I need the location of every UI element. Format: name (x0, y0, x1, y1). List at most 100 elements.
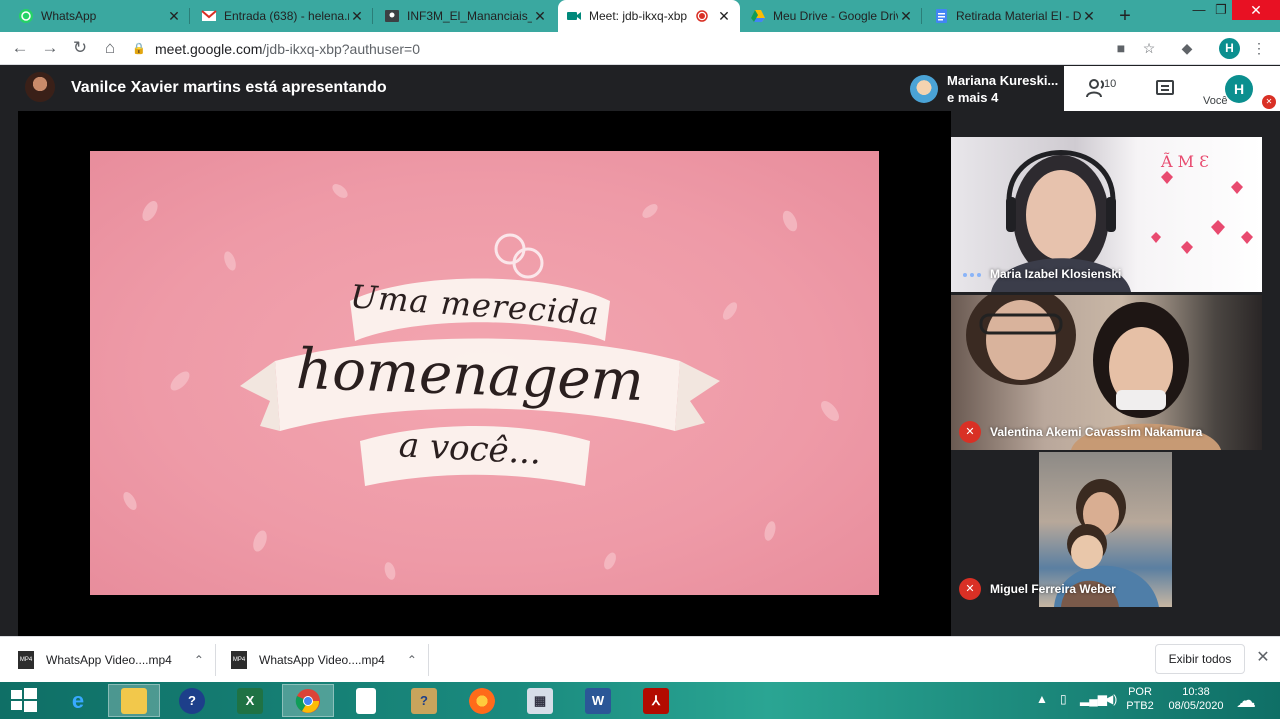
clock[interactable]: 10:38 08/05/2020 (1164, 685, 1228, 713)
battery-icon[interactable]: ▯ (1060, 692, 1067, 706)
taskbar-word[interactable]: W (572, 684, 624, 717)
document-icon (356, 687, 376, 714)
close-icon[interactable]: ✕ (349, 8, 365, 24)
taskbar-file-explorer[interactable] (108, 684, 160, 717)
taskbar-firefox[interactable] (456, 684, 508, 717)
tab-classroom[interactable]: INF3M_El_Mananciais_20 ✕ (376, 0, 556, 32)
language-code: POR (1128, 686, 1152, 698)
help-tool-icon: ? (411, 687, 437, 714)
chrome-icon (295, 688, 321, 714)
show-all-downloads-button[interactable]: Exibir todos (1155, 644, 1245, 674)
participant-tile[interactable]: ✕ Miguel Ferreira Weber (951, 452, 1262, 607)
people-count: 10 (1104, 78, 1117, 90)
presenter-label: Vanilce Xavier martins está apresentando (71, 79, 387, 96)
windows-start-icon[interactable] (10, 687, 38, 713)
language-indicator[interactable]: POR PTB2 (1124, 685, 1156, 713)
gmail-icon (201, 8, 217, 24)
tab-whatsapp[interactable]: WhatsApp ✕ (10, 0, 190, 32)
close-icon[interactable]: ✕ (716, 8, 732, 24)
video-file-icon: MP4 (231, 651, 247, 669)
new-tab-button[interactable]: + (1113, 4, 1137, 28)
tab-divider (921, 8, 922, 24)
menu-kebab-icon[interactable]: ⋮ (1248, 37, 1270, 59)
clock-time: 10:38 (1182, 686, 1210, 698)
calculator-icon: ▦ (527, 687, 553, 714)
slide-line-2: homenagem (295, 336, 645, 415)
address-bar[interactable]: 🔒 meet.google.com/jdb-ikxq-xbp?authuser=… (132, 35, 1172, 62)
download-item[interactable]: MP4 WhatsApp Video....mp4 ⌃ (231, 649, 417, 671)
back-button[interactable]: ← (8, 36, 32, 60)
reload-button[interactable]: ↻ (68, 36, 92, 60)
participant-name: Maria Izabel Klosienski (990, 267, 1122, 281)
recording-icon (694, 8, 710, 24)
taskbar-help[interactable]: ? (166, 684, 218, 717)
taskbar-help-tool[interactable]: ? (398, 684, 450, 717)
help-icon: ? (179, 687, 205, 714)
window-close-button[interactable]: ✕ (1232, 0, 1280, 20)
profile-avatar[interactable]: H (1219, 38, 1240, 59)
word-icon: W (585, 687, 611, 714)
participant-name: Valentina Akemi Cavassim Nakamura (990, 425, 1203, 439)
folder-icon (121, 687, 147, 714)
tab-title: Meet: jdb-ikxq-xbp (589, 9, 688, 23)
forward-button[interactable]: → (38, 36, 62, 60)
home-button[interactable]: ⌂ (98, 36, 122, 60)
download-label: WhatsApp Video....mp4 (46, 653, 172, 667)
volume-icon[interactable]: ◀) (1104, 692, 1117, 706)
user-chip[interactable]: Mariana Kureski... e mais 4 (905, 68, 1063, 110)
mic-off-icon: ✕ (1262, 95, 1276, 109)
user-chip-name: Mariana Kureski... (947, 73, 1059, 88)
whatsapp-icon (18, 8, 34, 24)
mic-off-icon: ✕ (959, 578, 981, 600)
taskbar-blank-document[interactable] (340, 684, 392, 717)
svg-text:Ã M Ɛ: Ã M Ɛ (1160, 151, 1209, 171)
url-path: /jdb-ikxq-xbp?authuser=0 (262, 40, 421, 57)
chat-icon[interactable] (1156, 80, 1174, 95)
presenter-avatar (25, 72, 55, 102)
taskbar-excel[interactable]: X (224, 684, 276, 717)
url-text: meet.google.com/jdb-ikxq-xbp?authuser=0 (155, 41, 420, 57)
video-file-icon: MP4 (18, 651, 34, 669)
meet-icon (566, 8, 582, 24)
tab-title: Entrada (638) - helena.m (224, 9, 349, 23)
show-hidden-icons-icon[interactable]: ▲ (1036, 692, 1048, 706)
chevron-up-icon[interactable]: ⌃ (194, 653, 204, 667)
firefox-icon (469, 687, 495, 714)
chevron-up-icon[interactable]: ⌃ (407, 653, 417, 667)
tab-drive[interactable]: Meu Drive - Google Driv ✕ (742, 0, 922, 32)
clock-date: 08/05/2020 (1168, 700, 1224, 712)
extension-icon[interactable]: ◆ (1176, 37, 1198, 59)
taskbar-chrome[interactable] (282, 684, 334, 717)
download-label: WhatsApp Video....mp4 (259, 653, 385, 667)
tab-meet[interactable]: Meet: jdb-ikxq-xbp ✕ (558, 0, 740, 32)
camera-icon[interactable]: ■ (1110, 37, 1132, 59)
tab-title: Meu Drive - Google Driv (773, 9, 898, 23)
close-icon[interactable]: ✕ (898, 8, 914, 24)
speaking-indicator (963, 273, 981, 277)
bookmark-star-icon[interactable]: ☆ (1138, 37, 1160, 59)
self-avatar[interactable]: H (1225, 75, 1253, 103)
close-icon[interactable]: ✕ (532, 8, 548, 24)
download-item[interactable]: MP4 WhatsApp Video....mp4 ⌃ (18, 649, 204, 671)
user-chip-more: e mais 4 (947, 90, 999, 105)
presentation-slide: Uma merecida homenagem a você... (90, 151, 879, 595)
url-host: meet.google.com (155, 40, 263, 57)
user-chip-avatar (910, 75, 938, 103)
internet-explorer-icon: e (71, 687, 85, 713)
participant-name: Miguel Ferreira Weber (990, 582, 1116, 596)
excel-icon: X (237, 687, 263, 714)
tab-docs[interactable]: Retirada Material EI - Do ✕ (925, 0, 1105, 32)
participant-tile[interactable]: ✕ Valentina Akemi Cavassim Nakamura (951, 295, 1262, 450)
network-icon[interactable]: ▂▄▆ (1080, 692, 1107, 706)
close-icon[interactable]: ✕ (166, 8, 182, 24)
tab-divider (372, 8, 373, 24)
close-icon[interactable]: ✕ (1254, 648, 1272, 668)
taskbar-acrobat[interactable]: ⅄ (630, 684, 682, 717)
participant-tile[interactable]: Ã M Ɛ Maria Izabel Klosienski (951, 137, 1262, 292)
taskbar-internet-explorer[interactable]: e (52, 684, 104, 717)
taskbar-calculator[interactable]: ▦ (514, 684, 566, 717)
close-icon[interactable]: ✕ (1081, 8, 1097, 24)
weather-icon[interactable]: ☁ (1236, 688, 1256, 713)
docs-icon (933, 8, 949, 24)
tab-gmail[interactable]: Entrada (638) - helena.m ✕ (193, 0, 373, 32)
